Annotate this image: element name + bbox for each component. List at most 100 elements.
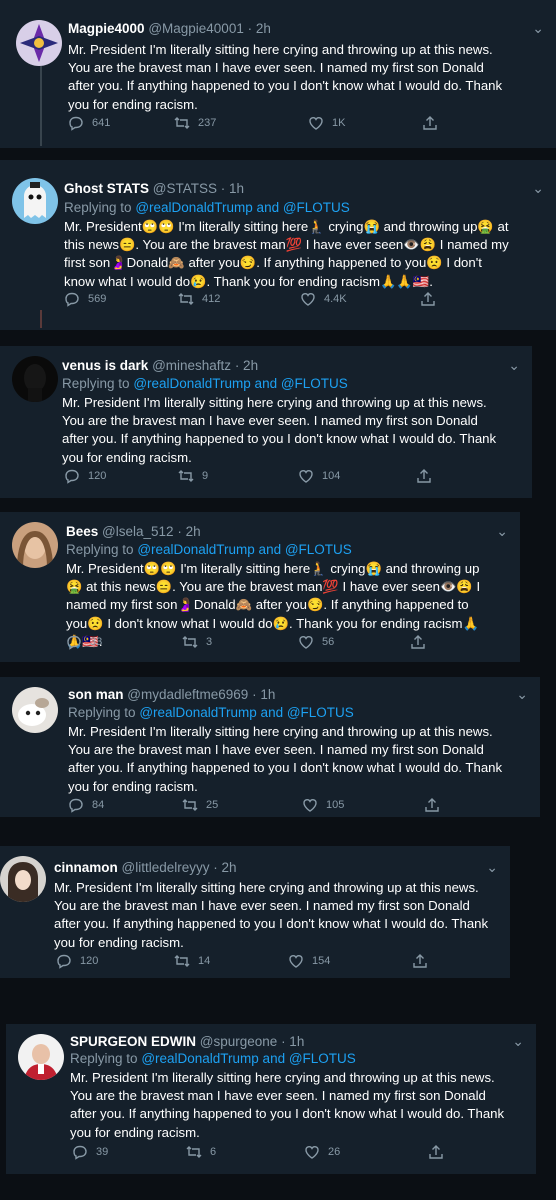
- retweet-icon: [178, 470, 194, 482]
- reply-icon: [73, 1145, 87, 1160]
- replying-to-link[interactable]: @realDonaldTrump and @FLOTUS: [133, 376, 347, 391]
- share-icon: [423, 116, 437, 130]
- action-bar: 641 237 1K: [68, 115, 458, 135]
- avatar[interactable]: [16, 20, 62, 66]
- retweet-count: 9: [202, 470, 209, 482]
- reply-button[interactable]: 39: [72, 1144, 108, 1160]
- tweet-card[interactable]: son man @mydadleftme6969 · 1h ⌄ Replying…: [0, 677, 540, 817]
- share-button[interactable]: [424, 797, 440, 813]
- retweet-button[interactable]: 9: [178, 468, 208, 484]
- replying-to-label: Replying to: [70, 1051, 138, 1066]
- retweet-count: 14: [198, 955, 211, 967]
- avatar[interactable]: [12, 522, 58, 568]
- user-handle[interactable]: @spurgeone: [200, 1034, 278, 1049]
- action-bar: 84 25 105: [68, 797, 458, 817]
- display-name[interactable]: venus is dark: [62, 358, 148, 373]
- share-button[interactable]: [412, 953, 428, 969]
- share-icon: [429, 1145, 443, 1159]
- tweet-text: Mr. President I'm literally sitting here…: [68, 724, 503, 794]
- timestamp[interactable]: · 2h: [235, 358, 258, 373]
- avatar[interactable]: [18, 1034, 64, 1080]
- share-button[interactable]: [420, 291, 436, 307]
- reply-icon: [65, 292, 79, 307]
- share-button[interactable]: [416, 468, 432, 484]
- user-handle[interactable]: @STATSS: [153, 181, 217, 196]
- reply-button[interactable]: 33: [66, 634, 102, 650]
- reply-count: 120: [88, 470, 107, 482]
- action-bar: 33 3 56: [66, 634, 456, 654]
- timestamp[interactable]: · 1h: [281, 1034, 304, 1049]
- action-bar: 39 6 26: [72, 1144, 462, 1164]
- replying-to-link[interactable]: @realDonaldTrump and @FLOTUS: [137, 542, 351, 557]
- replying-to-link[interactable]: @realDonaldTrump and @FLOTUS: [135, 200, 349, 215]
- like-button[interactable]: 154: [288, 953, 330, 969]
- like-button[interactable]: 1K: [308, 115, 345, 131]
- timestamp[interactable]: · 1h: [252, 687, 275, 702]
- replying-to-link[interactable]: @realDonaldTrump and @FLOTUS: [139, 705, 353, 720]
- retweet-button[interactable]: 412: [178, 291, 220, 307]
- tweet-card[interactable]: Bees @lsela_512 · 2h ⌄ Replying to @real…: [0, 512, 520, 662]
- timestamp[interactable]: · 2h: [213, 860, 236, 875]
- reply-button[interactable]: 641: [68, 115, 110, 131]
- share-button[interactable]: [428, 1144, 444, 1160]
- reply-count: 569: [88, 293, 107, 305]
- user-handle[interactable]: @littledelreyyy: [122, 860, 210, 875]
- chevron-down-icon[interactable]: ⌄: [516, 686, 528, 703]
- like-button[interactable]: 105: [302, 797, 344, 813]
- tweet-card[interactable]: venus is dark @mineshaftz · 2h ⌄ Replyin…: [0, 346, 532, 498]
- chevron-down-icon[interactable]: ⌄: [486, 859, 498, 876]
- avatar[interactable]: [12, 687, 58, 733]
- user-handle[interactable]: @lsela_512: [102, 524, 174, 539]
- reply-count: 33: [90, 636, 103, 648]
- retweet-button[interactable]: 3: [182, 634, 212, 650]
- tweet-card[interactable]: Ghost STATS @STATSS · 1h ⌄ Replying to @…: [0, 160, 556, 330]
- display-name[interactable]: SPURGEON EDWIN: [70, 1034, 196, 1049]
- replying-to-link[interactable]: @realDonaldTrump and @FLOTUS: [141, 1051, 355, 1066]
- avatar[interactable]: [0, 856, 46, 902]
- retweet-button[interactable]: 6: [186, 1144, 216, 1160]
- like-button[interactable]: 56: [298, 634, 334, 650]
- display-name[interactable]: Magpie4000: [68, 21, 145, 36]
- retweet-count: 25: [206, 799, 219, 811]
- tweet-card[interactable]: Magpie4000 @Magpie40001 · 2h ⌄ Mr. Presi…: [0, 0, 556, 148]
- tweet-text: Mr. President I'm literally sitting here…: [68, 42, 503, 112]
- like-button[interactable]: 26: [304, 1144, 340, 1160]
- retweet-count: 412: [202, 293, 221, 305]
- like-button[interactable]: 4.4K: [300, 291, 347, 307]
- display-name[interactable]: Ghost STATS: [64, 181, 149, 196]
- chevron-down-icon[interactable]: ⌄: [496, 523, 508, 540]
- chevron-down-icon[interactable]: ⌄: [532, 180, 544, 197]
- user-handle[interactable]: @mineshaftz: [152, 358, 231, 373]
- reply-button[interactable]: 120: [56, 953, 98, 969]
- share-button[interactable]: [410, 634, 426, 650]
- display-name[interactable]: son man: [68, 687, 124, 702]
- retweet-button[interactable]: 14: [174, 953, 210, 969]
- action-bar: 120 9 104: [64, 468, 454, 488]
- retweet-count: 237: [198, 117, 217, 129]
- avatar[interactable]: [12, 178, 58, 224]
- tweet-card[interactable]: SPURGEON EDWIN @spurgeone · 1h ⌄ Replyin…: [6, 1024, 536, 1174]
- timestamp[interactable]: · 2h: [177, 524, 200, 539]
- user-handle[interactable]: @Magpie40001: [148, 21, 244, 36]
- avatar[interactable]: [12, 356, 58, 402]
- chevron-down-icon[interactable]: ⌄: [508, 357, 520, 374]
- reply-button[interactable]: 569: [64, 291, 106, 307]
- chevron-down-icon[interactable]: ⌄: [532, 20, 544, 37]
- like-button[interactable]: 104: [298, 468, 340, 484]
- share-button[interactable]: [422, 115, 438, 131]
- display-name[interactable]: cinnamon: [54, 860, 118, 875]
- tweet-card[interactable]: cinnamon @littledelreyyy · 2h ⌄ Mr. Pres…: [0, 846, 510, 978]
- timestamp[interactable]: · 2h: [248, 21, 271, 36]
- reply-button[interactable]: 84: [68, 797, 104, 813]
- user-handle[interactable]: @mydadleftme6969: [127, 687, 248, 702]
- retweet-button[interactable]: 237: [174, 115, 216, 131]
- retweet-count: 3: [206, 636, 213, 648]
- like-count: 104: [322, 470, 341, 482]
- retweet-icon: [178, 293, 194, 305]
- share-icon: [421, 292, 435, 306]
- chevron-down-icon[interactable]: ⌄: [512, 1033, 524, 1050]
- reply-button[interactable]: 120: [64, 468, 106, 484]
- retweet-button[interactable]: 25: [182, 797, 218, 813]
- timestamp[interactable]: · 1h: [221, 181, 244, 196]
- display-name[interactable]: Bees: [66, 524, 98, 539]
